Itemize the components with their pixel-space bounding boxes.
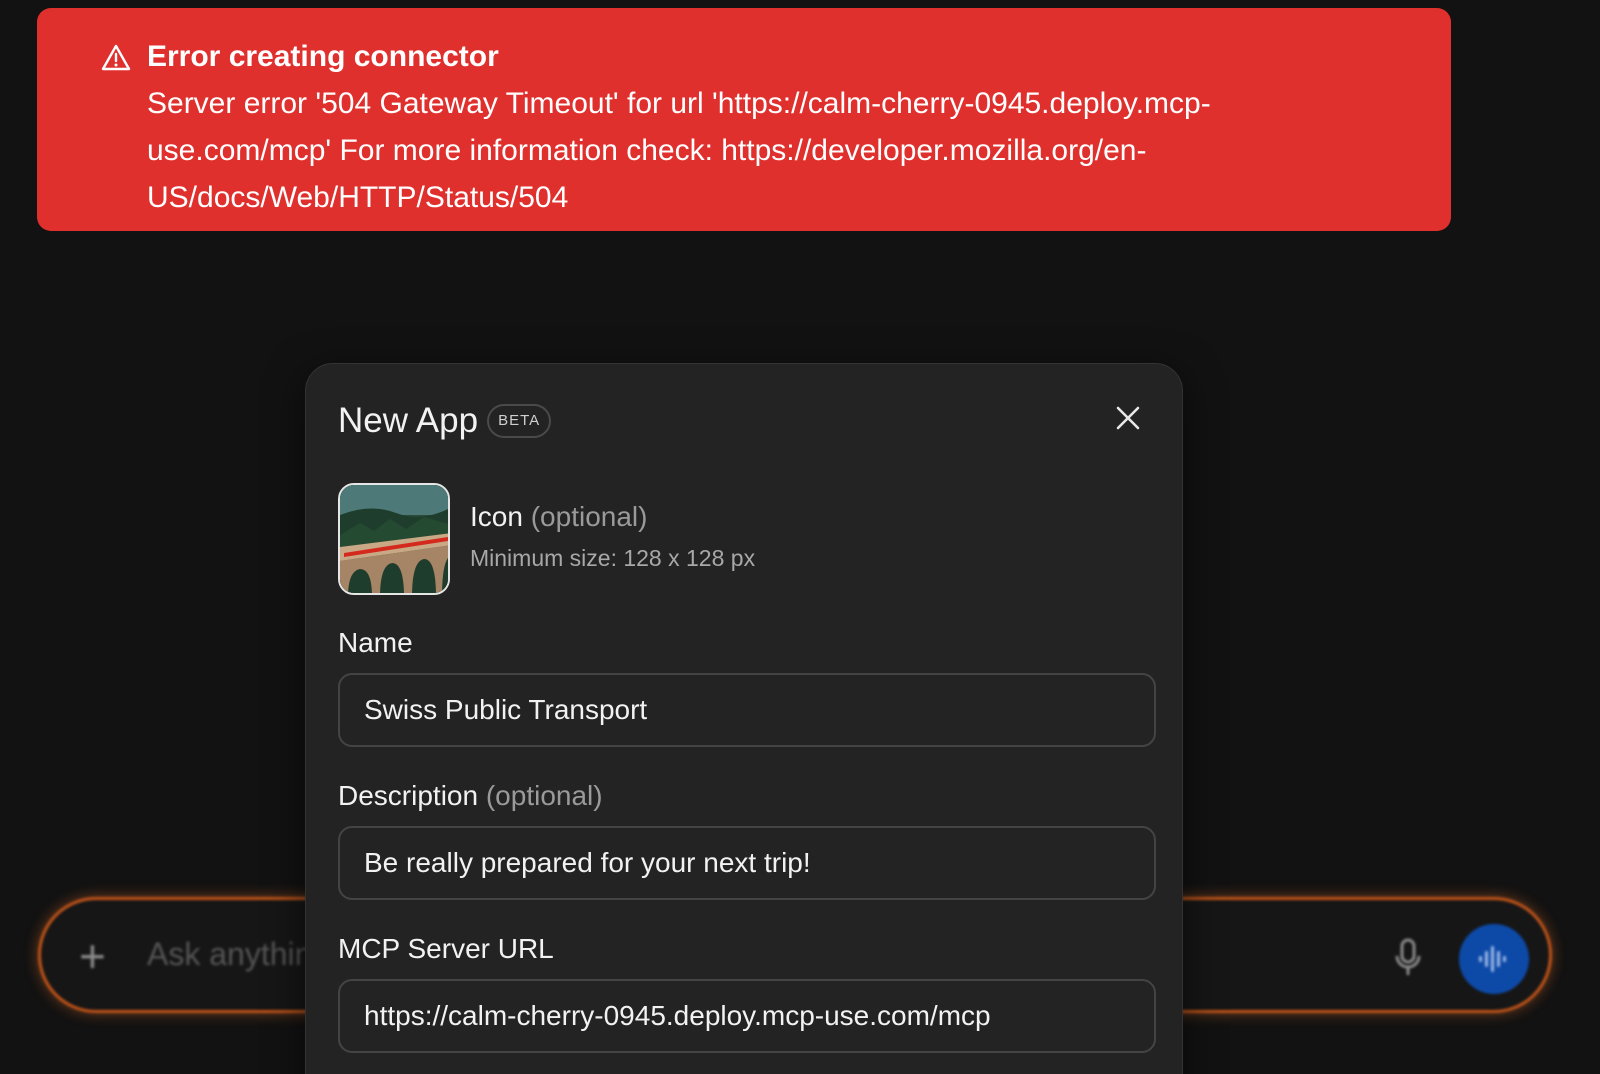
page: + Ask anything Error creating connector … (0, 0, 1600, 1074)
icon-optional-label: (optional) (530, 501, 648, 532)
chat-input-placeholder[interactable]: Ask anything (147, 936, 330, 973)
warning-triangle-icon (101, 44, 131, 71)
name-field-label: Name (338, 627, 413, 658)
voice-mode-button[interactable] (1459, 924, 1529, 994)
dialog-header: New App BETA (338, 400, 552, 442)
name-input-value: Swiss Public Transport (364, 694, 648, 725)
description-input[interactable]: Be really prepared for your next trip! (338, 826, 1156, 900)
new-app-dialog: New App BETA Icon (optional) Minimum siz… (305, 363, 1183, 1074)
mcp-url-field-label: MCP Server URL (338, 933, 554, 964)
error-toast-title: Error creating connector (147, 40, 499, 73)
error-toast: Error creating connector Server error '5… (37, 8, 1451, 231)
description-field-label: Description (optional) (338, 779, 603, 813)
voice-waveform-icon (1479, 946, 1506, 972)
microphone-icon[interactable] (1393, 938, 1423, 978)
description-optional-label: (optional) (485, 780, 603, 811)
icon-field-label: Icon (optional) (470, 500, 755, 534)
description-input-value: Be really prepared for your next trip! (364, 847, 811, 878)
error-toast-message: Server error '504 Gateway Timeout' for u… (147, 87, 1211, 214)
dialog-title: New App (338, 401, 479, 440)
train-viaduct-image (340, 485, 448, 593)
mcp-url-input[interactable]: https://calm-cherry-0945.deploy.mcp-use.… (338, 979, 1156, 1053)
name-input[interactable]: Swiss Public Transport (338, 673, 1156, 747)
plus-icon[interactable]: + (79, 928, 106, 984)
description-label: Description (338, 780, 479, 811)
icon-label: Icon (470, 501, 523, 532)
beta-badge: BETA (487, 404, 552, 438)
icon-size-hint: Minimum size: 128 x 128 px (470, 545, 756, 571)
close-icon[interactable] (1114, 404, 1142, 432)
mcp-url-input-value: https://calm-cherry-0945.deploy.mcp-use.… (364, 1000, 991, 1031)
app-icon-upload[interactable] (338, 483, 450, 595)
icon-field-text: Icon (optional) Minimum size: 128 x 128 … (470, 500, 755, 572)
